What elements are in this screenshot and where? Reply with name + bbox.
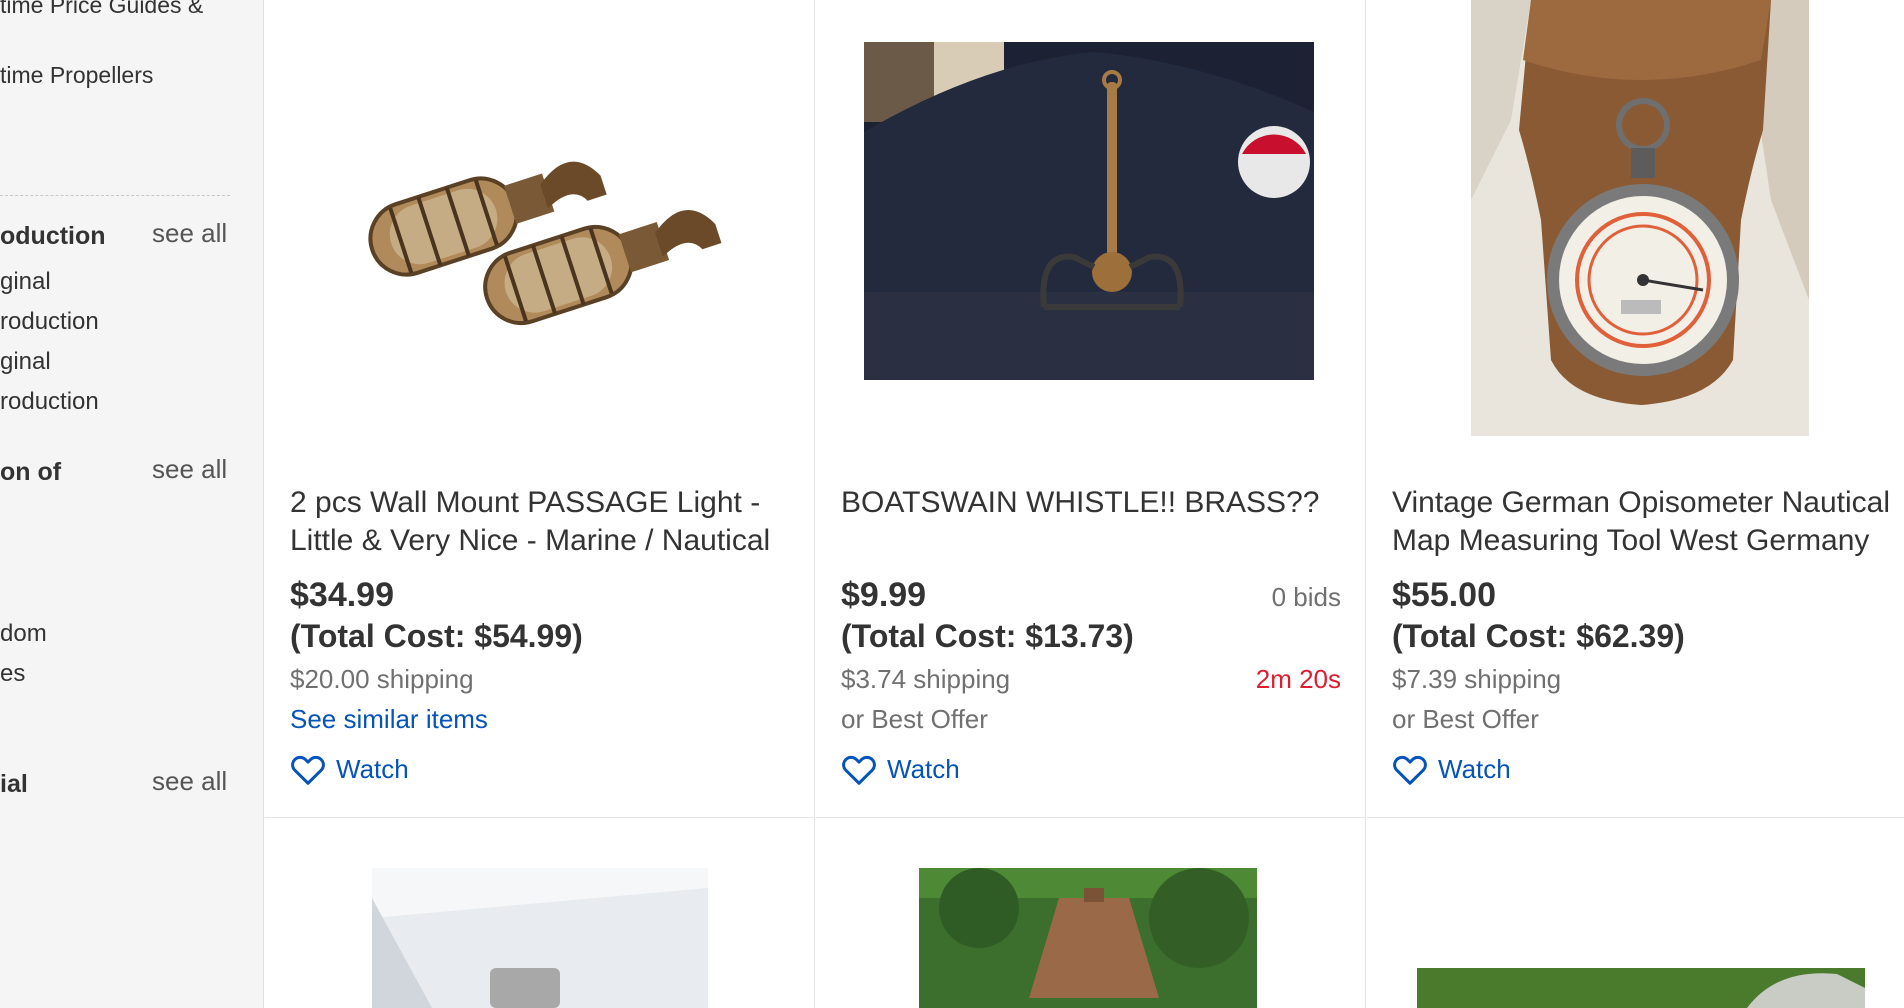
listing-image[interactable] [919, 868, 1257, 1008]
filter-heading-reproduction: oduction [0, 222, 106, 250]
listing-price: $55.00 [1392, 576, 1496, 614]
sidebar-category-link[interactable]: time Propellers [0, 62, 153, 89]
listing-total-cost: (Total Cost: $13.73) [841, 618, 1134, 654]
listing-total-cost: (Total Cost: $54.99) [290, 618, 583, 654]
listings-grid: 2 pcs Wall Mount PASSAGE Light - Little … [265, 0, 1904, 1008]
listing-card [265, 818, 815, 1008]
filter-heading-material: ial [0, 770, 28, 798]
filter-option[interactable]: es [0, 660, 25, 688]
listing-title[interactable]: BOATSWAIN WHISTLE!! BRASS?? [841, 484, 1346, 522]
listing-price: $34.99 [290, 576, 394, 614]
watch-label: Watch [887, 753, 960, 784]
heart-outline-icon [291, 755, 325, 785]
see-all-link[interactable]: see all [152, 766, 227, 797]
see-all-link[interactable]: see all [152, 218, 227, 249]
listing-card [1367, 818, 1904, 1008]
listing-title[interactable]: 2 pcs Wall Mount PASSAGE Light - Little … [290, 484, 795, 560]
listing-best-offer: or Best Offer [1392, 704, 1539, 734]
listing-image[interactable] [1417, 968, 1865, 1008]
listing-card [816, 818, 1366, 1008]
filter-option[interactable]: roduction [0, 388, 99, 416]
sidebar-category-link[interactable]: time Price Guides & [0, 0, 203, 19]
listing-thumbnail-picture [1417, 968, 1865, 1008]
listing-thumbnail-picture [919, 868, 1257, 1008]
listing-shipping: $3.74 shipping [841, 664, 1011, 694]
filter-sidebar: time Price Guides & time Propellers oduc… [0, 0, 264, 1008]
filter-option[interactable]: dom [0, 620, 47, 648]
listing-shipping: $20.00 shipping [290, 664, 474, 694]
filter-option[interactable]: ginal [0, 268, 51, 296]
opisometer-picture [1471, 0, 1809, 436]
watch-button[interactable]: Watch [1392, 752, 1511, 786]
listing-shipping: $7.39 shipping [1392, 664, 1562, 694]
brass-wall-light-picture [325, 110, 745, 330]
sidebar-divider [0, 195, 230, 196]
listing-image-boatswain-whistle[interactable] [864, 42, 1314, 380]
listing-card: 2 pcs Wall Mount PASSAGE Light - Little … [265, 0, 815, 818]
filter-option[interactable]: ginal [0, 348, 51, 376]
see-similar-items-link[interactable]: See similar items [290, 704, 488, 735]
listing-time-left: 2m 20s [1255, 664, 1341, 694]
listing-image[interactable] [372, 868, 708, 1008]
listing-total-cost: (Total Cost: $62.39) [1392, 618, 1685, 654]
listing-image-opisometer[interactable] [1471, 0, 1809, 436]
watch-label: Watch [336, 753, 409, 784]
watch-button[interactable]: Watch [841, 752, 960, 786]
listing-image-wall-lights[interactable] [325, 110, 745, 330]
heart-outline-icon [842, 755, 876, 785]
see-all-link[interactable]: see all [152, 454, 227, 485]
listing-title[interactable]: Vintage German Opisometer Nautical Map M… [1392, 484, 1897, 560]
listing-thumbnail-picture [372, 868, 708, 1008]
listing-card: Vintage German Opisometer Nautical Map M… [1367, 0, 1904, 818]
listing-price: $9.99 [841, 576, 927, 614]
watch-label: Watch [1438, 753, 1511, 784]
heart-outline-icon [1393, 755, 1427, 785]
listing-bid-count: 0 bids [1271, 582, 1341, 612]
listing-best-offer: or Best Offer [841, 704, 988, 734]
filter-option[interactable]: roduction [0, 308, 99, 336]
watch-button[interactable]: Watch [290, 752, 409, 786]
boatswain-whistle-picture [864, 42, 1314, 380]
listing-card: BOATSWAIN WHISTLE!! BRASS?? $9.99 0 bids… [816, 0, 1366, 818]
filter-heading-country: on of [0, 458, 62, 486]
